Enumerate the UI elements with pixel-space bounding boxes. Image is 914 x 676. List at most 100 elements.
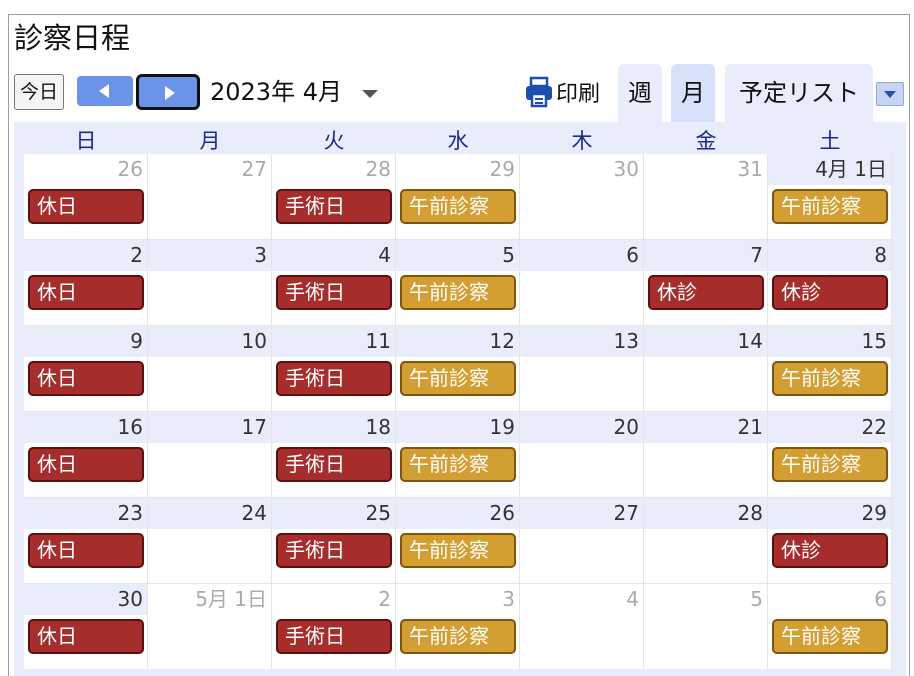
day-cell[interactable]: 28	[644, 498, 767, 583]
day-cell[interactable]: 6	[520, 240, 643, 325]
day-cell[interactable]: 27	[520, 498, 643, 583]
day-cell[interactable]: 6 午前診察	[768, 584, 891, 669]
calendar-event[interactable]: 手術日	[276, 361, 392, 396]
day-cell[interactable]: 5	[644, 584, 767, 669]
day-number[interactable]: 13	[614, 328, 639, 354]
day-number[interactable]: 4	[626, 586, 639, 612]
day-cell[interactable]: 7 休診	[644, 240, 767, 325]
day-number[interactable]: 31	[738, 156, 763, 182]
calendar-event[interactable]: 休日	[28, 189, 144, 224]
day-cell[interactable]: 4月 1日午前診察	[768, 154, 891, 239]
day-number[interactable]: 7	[750, 242, 763, 268]
day-number[interactable]: 6	[626, 242, 639, 268]
day-cell[interactable]: 19 午前診察	[396, 412, 519, 497]
day-cell[interactable]: 15 午前診察	[768, 326, 891, 411]
day-number[interactable]: 3	[254, 242, 267, 268]
calendar-event[interactable]: 休診	[648, 275, 764, 310]
next-month-button[interactable]	[136, 74, 200, 110]
day-number[interactable]: 27	[614, 500, 639, 526]
day-number[interactable]: 15	[862, 328, 887, 354]
day-number[interactable]: 18	[366, 414, 391, 440]
day-cell[interactable]: 13	[520, 326, 643, 411]
day-cell[interactable]: 5月 1日	[148, 584, 271, 669]
day-cell[interactable]: 3	[148, 240, 271, 325]
month-dropdown-icon[interactable]	[360, 88, 380, 100]
day-cell[interactable]: 21	[644, 412, 767, 497]
day-cell[interactable]: 20	[520, 412, 643, 497]
day-number[interactable]: 27	[242, 156, 267, 182]
calendar-event[interactable]: 手術日	[276, 533, 392, 568]
calendar-event[interactable]: 休日	[28, 619, 144, 654]
tab-week[interactable]: 週	[618, 64, 662, 122]
today-button[interactable]: 今日	[14, 74, 64, 110]
calendar-event[interactable]: 手術日	[276, 447, 392, 482]
calendar-event[interactable]: 休診	[772, 275, 888, 310]
day-cell[interactable]: 30 休日	[24, 584, 147, 669]
day-number[interactable]: 3	[502, 586, 515, 612]
day-number[interactable]: 23	[118, 500, 143, 526]
calendar-event[interactable]: 休日	[28, 533, 144, 568]
day-number[interactable]: 26	[490, 500, 515, 526]
day-number[interactable]: 28	[366, 156, 391, 182]
print-button[interactable]: 印刷	[524, 72, 600, 112]
day-number[interactable]: 9	[130, 328, 143, 354]
day-cell[interactable]: 27	[148, 154, 271, 239]
calendar-event[interactable]: 午前診察	[400, 447, 516, 482]
day-cell[interactable]: 3 午前診察	[396, 584, 519, 669]
day-number[interactable]: 12	[490, 328, 515, 354]
day-cell[interactable]: 26 午前診察	[396, 498, 519, 583]
day-number[interactable]: 28	[738, 500, 763, 526]
day-cell[interactable]: 9 休日	[24, 326, 147, 411]
day-cell[interactable]: 30	[520, 154, 643, 239]
day-number[interactable]: 25	[366, 500, 391, 526]
day-number[interactable]: 19	[490, 414, 515, 440]
calendar-event[interactable]: 午前診察	[400, 361, 516, 396]
day-cell[interactable]: 4 手術日	[272, 240, 395, 325]
day-number[interactable]: 5月 1日	[195, 586, 267, 612]
day-number[interactable]: 4	[378, 242, 391, 268]
day-number[interactable]: 8	[874, 242, 887, 268]
day-cell[interactable]: 14	[644, 326, 767, 411]
tab-schedule-list[interactable]: 予定リスト	[725, 64, 873, 122]
day-cell[interactable]: 25 手術日	[272, 498, 395, 583]
day-number[interactable]: 2	[130, 242, 143, 268]
day-cell[interactable]: 8 休診	[768, 240, 891, 325]
calendar-event[interactable]: 午前診察	[772, 189, 888, 224]
view-dropdown-button[interactable]	[876, 82, 904, 106]
day-cell[interactable]: 28 手術日	[272, 154, 395, 239]
day-number[interactable]: 26	[118, 156, 143, 182]
calendar-event[interactable]: 手術日	[276, 619, 392, 654]
calendar-event[interactable]: 午前診察	[400, 275, 516, 310]
day-number[interactable]: 6	[874, 586, 887, 612]
day-number[interactable]: 14	[738, 328, 763, 354]
day-cell[interactable]: 5 午前診察	[396, 240, 519, 325]
day-number[interactable]: 10	[242, 328, 267, 354]
day-cell[interactable]: 23 休日	[24, 498, 147, 583]
tab-month[interactable]: 月	[671, 64, 715, 122]
day-number[interactable]: 22	[862, 414, 887, 440]
calendar-event[interactable]: 休診	[772, 533, 888, 568]
day-number[interactable]: 5	[750, 586, 763, 612]
calendar-event[interactable]: 午前診察	[400, 189, 516, 224]
prev-month-button[interactable]	[77, 76, 133, 106]
calendar-event[interactable]: 午前診察	[772, 619, 888, 654]
calendar-event[interactable]: 午前診察	[772, 361, 888, 396]
day-number[interactable]: 4月 1日	[815, 156, 887, 182]
day-cell[interactable]: 4	[520, 584, 643, 669]
day-cell[interactable]: 2 休日	[24, 240, 147, 325]
day-cell[interactable]: 31	[644, 154, 767, 239]
calendar-event[interactable]: 休日	[28, 361, 144, 396]
day-number[interactable]: 11	[366, 328, 391, 354]
day-cell[interactable]: 17	[148, 412, 271, 497]
day-number[interactable]: 24	[242, 500, 267, 526]
day-number[interactable]: 17	[242, 414, 267, 440]
day-cell[interactable]: 12 午前診察	[396, 326, 519, 411]
calendar-event[interactable]: 休日	[28, 447, 144, 482]
day-number[interactable]: 30	[118, 586, 143, 612]
calendar-event[interactable]: 午前診察	[400, 619, 516, 654]
day-number[interactable]: 29	[862, 500, 887, 526]
day-number[interactable]: 20	[614, 414, 639, 440]
day-number[interactable]: 16	[118, 414, 143, 440]
calendar-event[interactable]: 手術日	[276, 275, 392, 310]
day-number[interactable]: 29	[490, 156, 515, 182]
